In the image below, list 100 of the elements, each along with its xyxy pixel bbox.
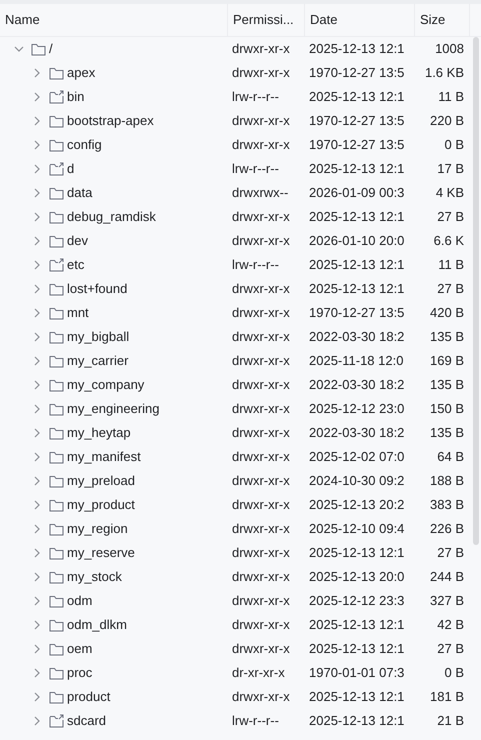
file-name[interactable]: debug_ramdisk (67, 207, 156, 227)
size-text: 27 B (437, 640, 464, 658)
permissions-text: drwxr-xr-x (232, 112, 290, 130)
file-name[interactable]: my_bigball (67, 327, 130, 347)
permissions-text: lrw-r--r-- (232, 712, 279, 730)
expand-chevron-icon[interactable] (32, 476, 42, 486)
date-text: 2025-12-13 12:1 (309, 256, 404, 274)
date-text: 2025-12-13 20:0 (309, 568, 404, 586)
expand-chevron-icon[interactable] (32, 524, 42, 534)
permissions-text: drwxr-xr-x (232, 208, 290, 226)
date-text: 2026-01-09 00:3 (309, 184, 404, 202)
file-name[interactable]: dev (67, 231, 88, 251)
size-text: 226 B (430, 520, 464, 538)
expand-chevron-icon[interactable] (32, 500, 42, 510)
permissions-text: drwxr-xr-x (232, 496, 290, 514)
file-name[interactable]: proc (67, 663, 92, 683)
file-name[interactable]: my_company (67, 375, 144, 395)
size-text: 420 B (430, 304, 464, 322)
column-header[interactable]: Permissi... (228, 4, 305, 36)
file-name[interactable]: odm (67, 591, 92, 611)
expand-chevron-icon[interactable] (32, 68, 42, 78)
expand-chevron-icon[interactable] (32, 596, 42, 606)
expand-chevron-icon[interactable] (32, 668, 42, 678)
file-name[interactable]: sdcard (67, 711, 106, 731)
expand-chevron-icon[interactable] (32, 380, 42, 390)
file-name[interactable]: etc (67, 255, 84, 275)
expand-chevron-icon[interactable] (32, 236, 42, 246)
expand-chevron-icon[interactable] (32, 260, 42, 270)
permissions-text: lrw-r--r-- (232, 160, 279, 178)
size-text: 220 B (430, 112, 464, 130)
expand-chevron-icon[interactable] (32, 140, 42, 150)
file-name[interactable]: my_carrier (67, 351, 128, 371)
expand-chevron-icon[interactable] (32, 692, 42, 702)
size-text: 383 B (430, 496, 464, 514)
scrollbar-thumb[interactable] (473, 37, 479, 545)
expand-chevron-icon[interactable] (32, 356, 42, 366)
expand-chevron-icon[interactable] (32, 548, 42, 558)
expand-chevron-icon[interactable] (32, 716, 42, 726)
size-text: 327 B (430, 592, 464, 610)
expand-chevron-icon[interactable] (32, 332, 42, 342)
file-name[interactable]: oem (67, 639, 92, 659)
expand-chevron-icon[interactable] (32, 620, 42, 630)
folder-icon (49, 498, 64, 512)
expand-chevron-icon[interactable] (32, 428, 42, 438)
permissions-text: drwxr-xr-x (232, 448, 290, 466)
expand-chevron-icon[interactable] (32, 404, 42, 414)
permissions-text: dr-xr-xr-x (232, 664, 285, 682)
column-header[interactable]: Name (0, 4, 228, 36)
file-name[interactable]: my_engineering (67, 399, 160, 419)
expand-chevron-icon[interactable] (32, 644, 42, 654)
file-name[interactable]: my_heytap (67, 423, 131, 443)
expand-chevron-icon[interactable] (32, 188, 42, 198)
file-name[interactable]: odm_dlkm (67, 615, 127, 635)
expand-chevron-icon[interactable] (32, 164, 42, 174)
file-name[interactable]: / (49, 39, 53, 59)
file-name[interactable]: d (67, 159, 74, 179)
date-text: 2025-12-13 12:1 (309, 88, 404, 106)
date-text: 1970-12-27 13:5 (309, 64, 404, 82)
folder-icon (49, 378, 64, 392)
file-name[interactable]: my_reserve (67, 543, 135, 563)
folder-link-icon (49, 258, 64, 272)
date-text: 1970-12-27 13:5 (309, 112, 404, 130)
expand-chevron-icon[interactable] (32, 452, 42, 462)
expand-chevron-icon[interactable] (32, 116, 42, 126)
date-text: 1970-01-01 07:3 (309, 664, 404, 682)
file-name[interactable]: my_preload (67, 471, 135, 491)
column-header[interactable]: Date (305, 4, 415, 36)
file-name[interactable]: my_product (67, 495, 135, 515)
file-name[interactable]: my_region (67, 519, 128, 539)
date-text: 2025-12-13 12:1 (309, 616, 404, 634)
folder-icon (49, 234, 64, 248)
folder-icon (49, 114, 64, 128)
file-name[interactable]: bin (67, 87, 84, 107)
folder-icon (49, 306, 64, 320)
date-text: 2025-12-13 12:1 (309, 544, 404, 562)
expand-chevron-icon[interactable] (32, 284, 42, 294)
file-name[interactable]: lost+found (67, 279, 128, 299)
permissions-text: drwxrwx-- (232, 184, 288, 202)
date-text: 2025-12-12 23:0 (309, 400, 404, 418)
expand-chevron-icon[interactable] (32, 92, 42, 102)
column-header[interactable]: Size (415, 4, 470, 36)
folder-link-icon (49, 90, 64, 104)
expand-chevron-icon[interactable] (32, 308, 42, 318)
file-name[interactable]: bootstrap-apex (67, 111, 154, 131)
permissions-text: drwxr-xr-x (232, 568, 290, 586)
file-name[interactable]: my_stock (67, 567, 122, 587)
expand-chevron-icon[interactable] (32, 572, 42, 582)
date-text: 2025-12-13 12:1 (309, 208, 404, 226)
file-name[interactable]: product (67, 687, 110, 707)
file-name[interactable]: apex (67, 63, 96, 83)
permissions-text: drwxr-xr-x (232, 616, 290, 634)
date-text: 2025-12-13 12:1 (309, 280, 404, 298)
expand-chevron-icon[interactable] (32, 212, 42, 222)
collapse-chevron-icon[interactable] (14, 44, 24, 54)
file-name[interactable]: mnt (67, 303, 89, 323)
file-name[interactable]: data (67, 183, 92, 203)
size-text: 64 B (437, 448, 464, 466)
file-name[interactable]: config (67, 135, 102, 155)
file-name[interactable]: my_manifest (67, 447, 141, 467)
size-text: 188 B (430, 472, 464, 490)
